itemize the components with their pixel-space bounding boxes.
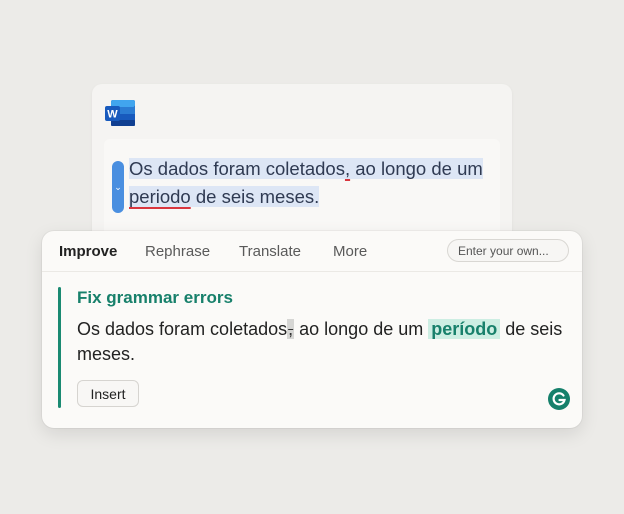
assistant-tab-bar: Improve Rephrase Translate More (42, 231, 582, 272)
suggestion-text-2: ao longo de um (294, 319, 429, 339)
document-paragraph[interactable]: Os dados foram coletados, ao longo de um… (129, 155, 489, 211)
chevron-down-icon: ⌄ (114, 181, 122, 192)
insert-button[interactable]: Insert (77, 380, 139, 407)
suggestion-text-1: Os dados foram coletados (77, 319, 288, 339)
suggestion-text: Os dados foram coletados, ao longo de um… (77, 317, 567, 367)
tab-improve[interactable]: Improve (59, 243, 117, 260)
tab-rephrase[interactable]: Rephrase (145, 243, 210, 260)
suggestion-title: Fix grammar errors (77, 288, 233, 307)
paragraph-text-2: ao longo de um (350, 158, 483, 179)
custom-prompt-input[interactable] (447, 239, 569, 262)
suggestion-accent-bar (58, 287, 61, 408)
grammarly-assistant-panel: Improve Rephrase Translate More Fix gram… (42, 231, 582, 428)
grammarly-caret-button[interactable]: ⌄ (112, 161, 124, 213)
microsoft-word-icon: W (105, 100, 135, 126)
grammarly-g-glyph (552, 392, 566, 406)
tab-translate[interactable]: Translate (239, 243, 301, 260)
svg-text:W: W (107, 109, 118, 121)
paragraph-text-1: Os dados foram coletados (129, 158, 345, 179)
flagged-word[interactable]: periodo (129, 186, 191, 207)
grammarly-icon[interactable] (548, 388, 570, 410)
tab-more[interactable]: More (333, 243, 367, 260)
inserted-word: período (428, 319, 501, 339)
paragraph-text-3: de seis meses. (190, 186, 320, 207)
